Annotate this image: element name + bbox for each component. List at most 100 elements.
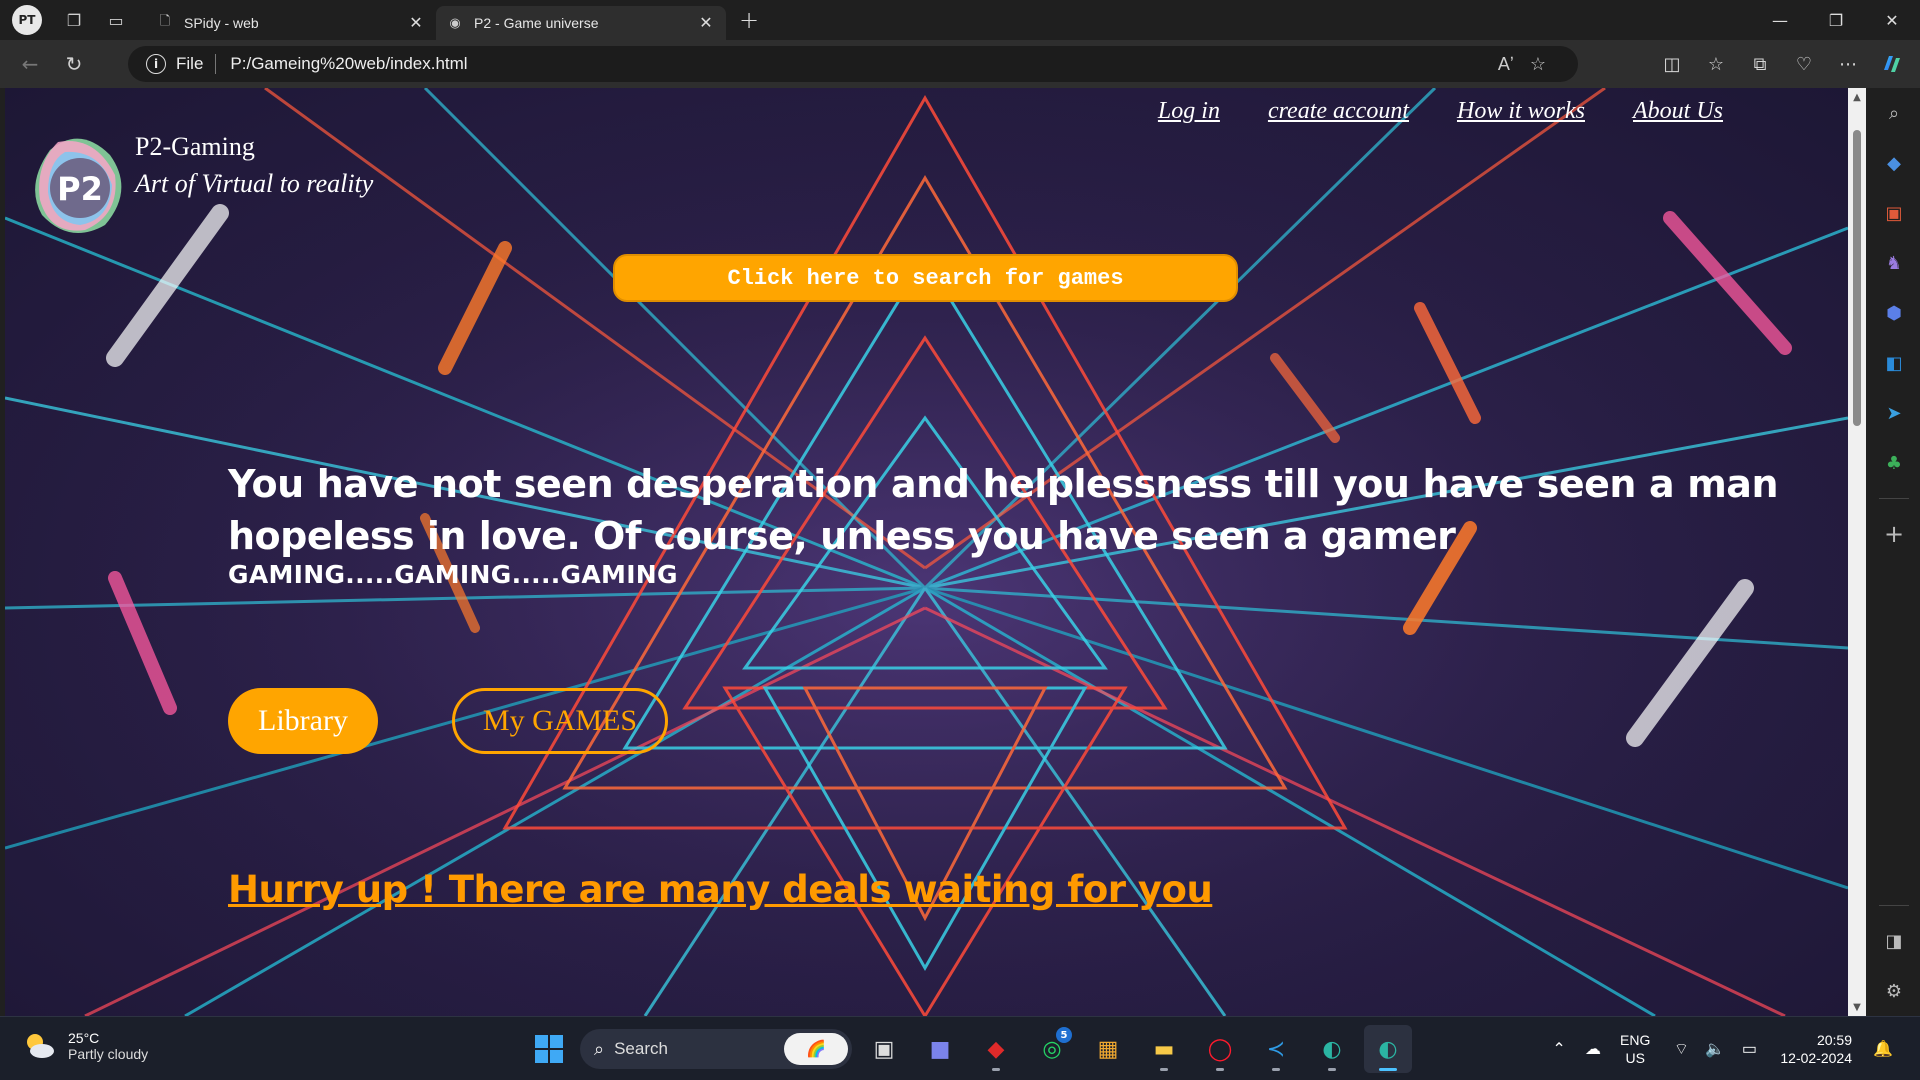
divider	[215, 54, 217, 74]
weather-widget[interactable]: 25°C Partly cloudy	[22, 1029, 148, 1063]
games-icon[interactable]: ♞	[1868, 238, 1920, 288]
clock-date: 12-02-2024	[1780, 1050, 1852, 1066]
telegram-icon[interactable]: ➤	[1868, 388, 1920, 438]
nav-about-us[interactable]: About Us	[1633, 98, 1723, 125]
edge-active-icon[interactable]: ◐	[1364, 1025, 1412, 1073]
tab-title: P2 - Game universe	[474, 15, 599, 31]
split-screen-icon[interactable]: ◫	[1650, 44, 1694, 84]
edge-icon[interactable]: ◐	[1308, 1025, 1356, 1073]
language-indicator[interactable]: ENG US	[1620, 1031, 1650, 1067]
taskbar-search[interactable]: ⌕ Search 🌈	[580, 1029, 852, 1069]
window-controls: — ❐ ✕	[1752, 0, 1920, 40]
weather-condition: Partly cloudy	[68, 1046, 149, 1062]
taskbar-search-label: Search	[614, 1039, 668, 1058]
minimize-button[interactable]: —	[1752, 0, 1808, 40]
file-explorer-icon[interactable]: ▬	[1140, 1025, 1188, 1073]
address-toolbar: ← ↻ i File P:/Gameing%20web/index.html A…	[0, 40, 1920, 88]
vscode-icon[interactable]: ≺	[1252, 1025, 1300, 1073]
battery-icon[interactable]: ▭	[1732, 1039, 1766, 1059]
svg-text:P2: P2	[57, 170, 103, 208]
nav-log-in[interactable]: Log in	[1158, 98, 1220, 125]
weather-temp: 25°C	[68, 1030, 100, 1046]
p2-favicon-icon: ◉	[449, 15, 461, 30]
workspaces-icon[interactable]: ❐	[56, 4, 92, 36]
start-button[interactable]	[526, 1026, 572, 1072]
my-games-button[interactable]: My GAMES	[452, 688, 668, 754]
windows-taskbar: 25°C Partly cloudy ⌕ Search 🌈 ▣ ■ ◆ ◎ 5 ▦…	[0, 1016, 1920, 1080]
search-icon[interactable]: ⌕	[1868, 88, 1920, 138]
p2-gaming-logo[interactable]: P2	[30, 130, 130, 240]
restore-button[interactable]: ❐	[1808, 0, 1864, 40]
scroll-up-arrow-icon[interactable]: ▲	[1848, 88, 1866, 106]
tree-icon[interactable]: ♣	[1868, 438, 1920, 488]
info-icon[interactable]: i	[146, 54, 166, 74]
back-button[interactable]: ←	[8, 44, 52, 84]
document-icon: 🗋	[159, 13, 171, 28]
url-actions: Aʼ ☆	[1498, 54, 1546, 75]
favorites-icon[interactable]: ☆	[1694, 44, 1738, 84]
nav-create-account[interactable]: create account	[1268, 98, 1409, 125]
copilot-sidebar-icon[interactable]: ⬢	[1868, 288, 1920, 338]
windows-logo-icon	[535, 1035, 563, 1063]
tab-bar: PT ❐ ▭ 🗋 SPidy - web ✕ ◉ P2 - Game unive…	[0, 0, 1920, 40]
collections-icon[interactable]: ⧉	[1738, 44, 1782, 84]
url-text[interactable]: P:/Gameing%20web/index.html	[230, 54, 467, 74]
deals-link[interactable]: Hurry up ! There are many deals waiting …	[228, 868, 1213, 911]
scroll-thumb[interactable]	[1853, 130, 1861, 426]
tools-icon[interactable]: ▣	[1868, 188, 1920, 238]
scheme-label: File	[176, 54, 204, 73]
close-tab-icon[interactable]: ✕	[406, 13, 426, 33]
shopping-tag-icon[interactable]: ◆	[1868, 138, 1920, 188]
favorite-star-icon[interactable]: ☆	[1530, 54, 1546, 75]
tab-actions-icon[interactable]: ▭	[98, 4, 134, 36]
brand-tagline: Art of Virtual to reality	[135, 169, 374, 198]
refresh-button[interactable]: ↻	[52, 44, 96, 84]
nav-how-it-works[interactable]: How it works	[1457, 98, 1585, 125]
teams-meet-icon[interactable]: ■	[916, 1025, 964, 1073]
whatsapp-icon[interactable]: ◎ 5	[1028, 1025, 1076, 1073]
tab-title: SPidy - web	[184, 15, 259, 31]
hide-sidebar-icon[interactable]: ◨	[1868, 916, 1920, 966]
scroll-down-arrow-icon[interactable]: ▼	[1848, 998, 1866, 1016]
read-aloud-icon[interactable]: Aʼ	[1498, 54, 1514, 75]
settings-gear-icon[interactable]: ⚙	[1868, 966, 1920, 1016]
search-games-button[interactable]: Click here to search for games	[613, 254, 1238, 302]
close-tab-icon[interactable]: ✕	[696, 13, 716, 33]
library-button[interactable]: Library	[228, 688, 378, 754]
search-icon: ⌕	[594, 1038, 605, 1059]
browser-essentials-icon[interactable]: ♡	[1782, 44, 1826, 84]
acrobat-icon[interactable]: ◆	[972, 1025, 1020, 1073]
partly-cloudy-icon	[27, 1034, 54, 1058]
onedrive-cloud-icon[interactable]: ☁	[1576, 1039, 1610, 1059]
new-tab-button[interactable]: +	[732, 3, 766, 37]
volume-icon[interactable]: 🔈	[1698, 1039, 1732, 1059]
notification-bell-icon[interactable]: 🔔	[1866, 1039, 1900, 1059]
show-hidden-icons-chevron-up-icon[interactable]: ⌃	[1542, 1039, 1576, 1059]
outlook-icon[interactable]: ◧	[1868, 338, 1920, 388]
whatsapp-badge: 5	[1056, 1027, 1072, 1043]
hero-quote: You have not seen desperation and helple…	[228, 462, 1779, 558]
system-tray: ⌃ ☁ ENG US ⌔ 🔈 ▭ 20:59 12-02-2024 🔔	[1542, 1025, 1900, 1073]
more-options-icon[interactable]: ⋯	[1826, 44, 1870, 84]
brand-name: P2-Gaming	[135, 132, 255, 161]
close-window-button[interactable]: ✕	[1864, 0, 1920, 40]
wifi-icon[interactable]: ⌔	[1664, 1039, 1698, 1059]
brand-block: P2-Gaming Art of Virtual to reality	[135, 128, 373, 202]
copilot-icon[interactable]	[1870, 44, 1914, 84]
add-icon[interactable]: +	[1868, 509, 1920, 559]
edge-sidebar: ⌕ ◆ ▣ ♞ ⬢ ◧ ➤ ♣ + ◨ ⚙	[1868, 88, 1920, 1016]
taskbar-apps: ⌕ Search 🌈 ▣ ■ ◆ ◎ 5 ▦ ▬ ◯ ≺ ◐ ◐	[526, 1025, 1412, 1073]
clock[interactable]: 20:59 12-02-2024	[1780, 1031, 1852, 1067]
opera-icon[interactable]: ◯	[1196, 1025, 1244, 1073]
clock-time: 20:59	[1816, 1032, 1852, 1048]
address-bar[interactable]: i File P:/Gameing%20web/index.html Aʼ ☆	[128, 46, 1578, 82]
language-line1: ENG	[1620, 1032, 1651, 1048]
task-view-icon[interactable]: ▣	[860, 1025, 908, 1073]
profile-avatar[interactable]: PT	[12, 5, 42, 35]
microsoft-store-icon[interactable]: ▦	[1084, 1025, 1132, 1073]
tab-spidy[interactable]: 🗋 SPidy - web ✕	[146, 6, 436, 40]
page-scrollbar[interactable]: ▲ ▼	[1848, 88, 1866, 1016]
gaming-line: GAMING.....GAMING.....GAMING	[228, 560, 678, 589]
copilot-pill-icon[interactable]: 🌈	[784, 1033, 848, 1065]
tab-p2-game-universe[interactable]: ◉ P2 - Game universe ✕	[436, 6, 726, 40]
